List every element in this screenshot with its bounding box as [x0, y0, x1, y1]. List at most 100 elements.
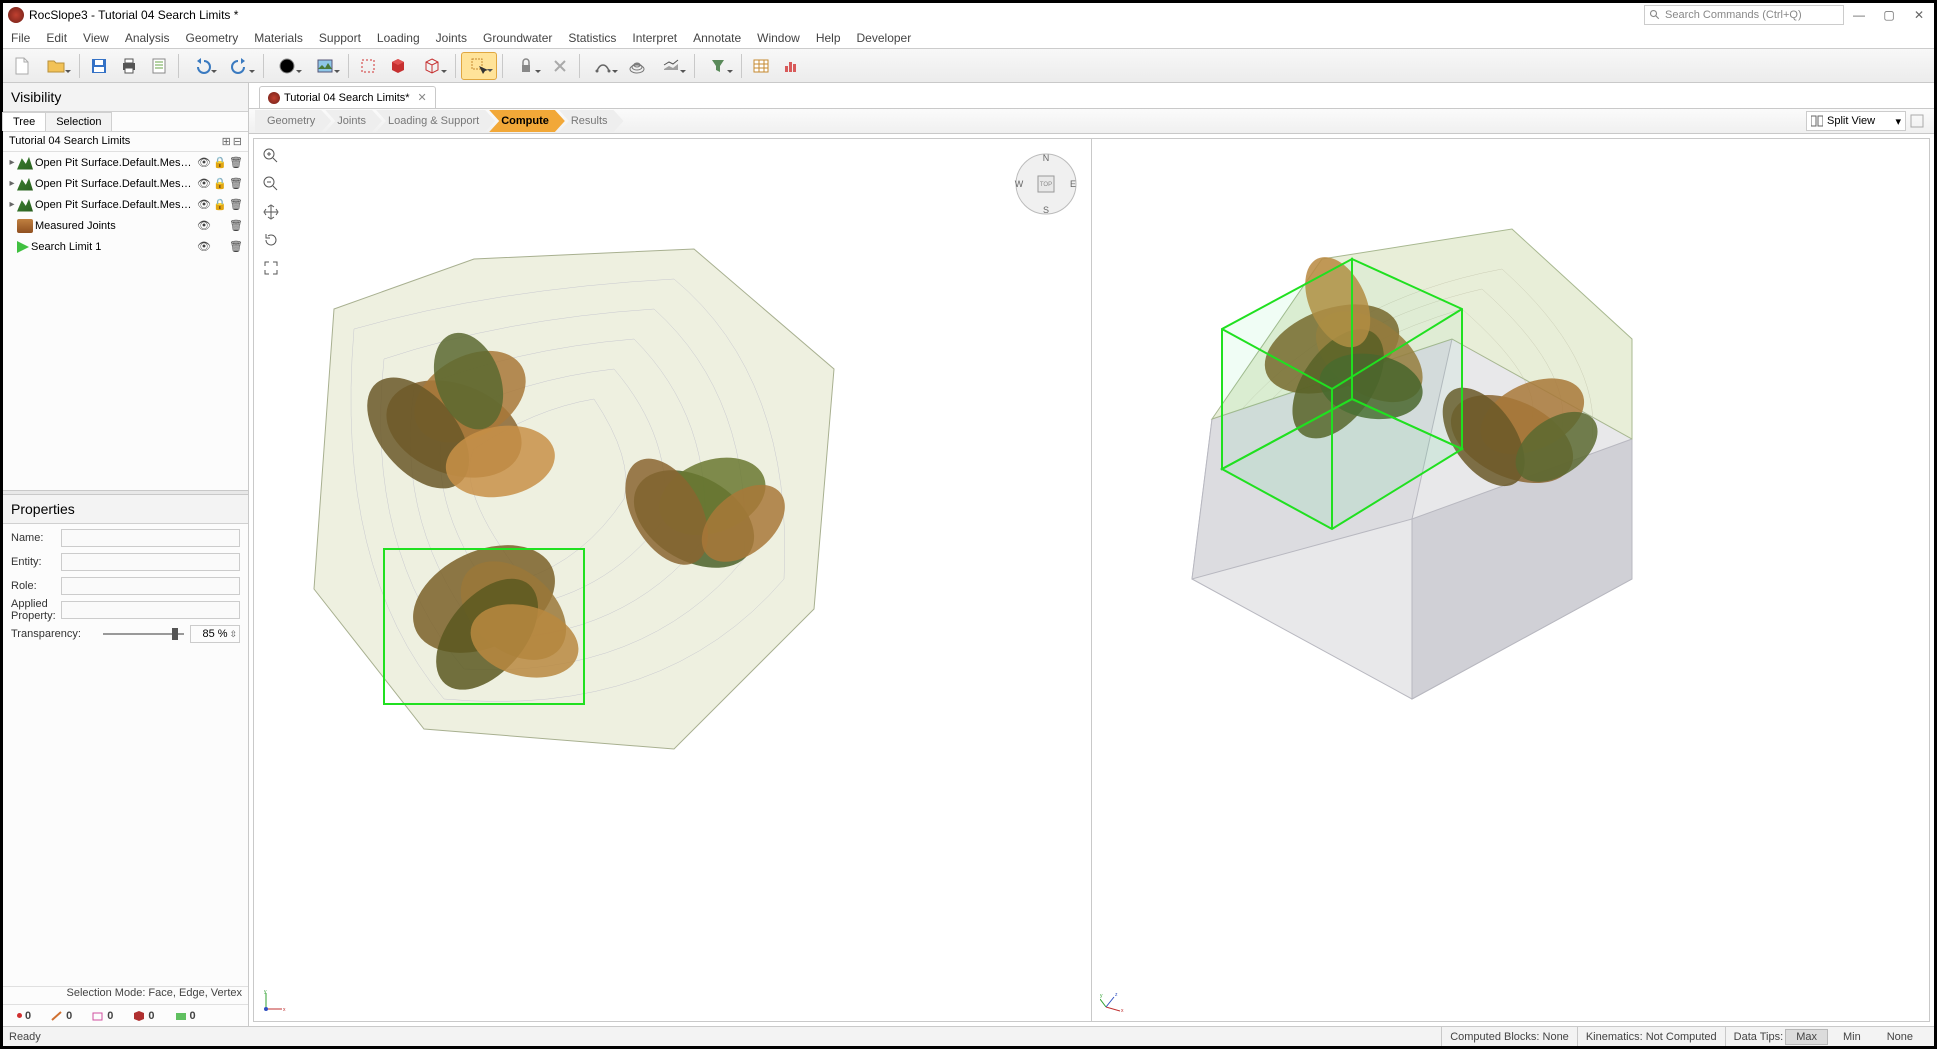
undo-button[interactable] — [184, 52, 220, 80]
selection-tool-button[interactable] — [461, 52, 497, 80]
maximize-button[interactable]: ▢ — [1874, 3, 1904, 27]
menu-window[interactable]: Window — [749, 27, 808, 49]
save-button[interactable] — [85, 52, 113, 80]
menu-materials[interactable]: Materials — [246, 27, 311, 49]
measure-button[interactable] — [585, 52, 621, 80]
svg-text:y: y — [1100, 993, 1103, 999]
menu-edit[interactable]: Edit — [38, 27, 75, 49]
rotate-icon[interactable] — [260, 229, 282, 251]
wf-joints[interactable]: Joints — [325, 110, 382, 132]
view-mode-selector[interactable]: Split View ▾ — [1806, 111, 1906, 131]
prop-name-input[interactable] — [61, 529, 240, 547]
app-icon — [8, 7, 24, 23]
redo-button[interactable] — [222, 52, 258, 80]
menu-help[interactable]: Help — [808, 27, 849, 49]
prop-role-input[interactable] — [61, 577, 240, 595]
pan-icon[interactable] — [260, 201, 282, 223]
transparency-value[interactable]: 85 % — [190, 625, 240, 643]
expand-all-icon[interactable]: ⊞ — [222, 136, 231, 148]
new-file-button[interactable] — [8, 52, 36, 80]
wf-loading-support[interactable]: Loading & Support — [376, 110, 495, 132]
status-kinematics: Kinematics: Not Computed — [1577, 1027, 1725, 1046]
tree-item[interactable]: ▸Open Pit Surface.Default.Mesh_ext…👁🔒🗑 — [3, 173, 248, 194]
color-wheel-button[interactable] — [269, 52, 305, 80]
wf-compute[interactable]: Compute — [489, 110, 565, 132]
cube-solid-button[interactable] — [384, 52, 412, 80]
lock-icon[interactable]: 🔒 — [212, 156, 228, 169]
wf-results[interactable]: Results — [559, 110, 624, 132]
viewport-perspective[interactable]: x z y — [1091, 139, 1929, 1021]
menu-joints[interactable]: Joints — [428, 27, 475, 49]
datatips-max-button[interactable]: Max — [1785, 1029, 1828, 1045]
main-toolbar — [3, 49, 1934, 83]
notes-button[interactable] — [145, 52, 173, 80]
menu-support[interactable]: Support — [311, 27, 369, 49]
menu-geometry[interactable]: Geometry — [178, 27, 247, 49]
visibility-toggle-icon[interactable]: 👁 — [196, 240, 212, 253]
expand-icon[interactable]: ▸ — [7, 199, 17, 210]
document-tab[interactable]: Tutorial 04 Search Limits* ✕ — [259, 86, 436, 108]
viewport-top[interactable]: TOP N S E W — [254, 139, 1091, 1021]
delete-icon[interactable]: 🗑 — [228, 198, 244, 211]
tree-item[interactable]: Search Limit 1👁🗑 — [3, 236, 248, 257]
surfaces-button[interactable] — [653, 52, 689, 80]
menu-groundwater[interactable]: Groundwater — [475, 27, 560, 49]
datatips-min-button[interactable]: Min — [1832, 1029, 1872, 1045]
menu-statistics[interactable]: Statistics — [560, 27, 624, 49]
prop-entity-input[interactable] — [61, 553, 240, 571]
collapse-all-icon[interactable]: ⊟ — [233, 136, 242, 148]
visibility-toggle-icon[interactable]: 👁 — [196, 219, 212, 232]
menu-file[interactable]: File — [3, 27, 38, 49]
print-button[interactable] — [115, 52, 143, 80]
delete-icon[interactable]: 🗑 — [228, 219, 244, 232]
tree-item[interactable]: ▸Open Pit Surface.Default.Mesh_ext…👁🔒🗑 — [3, 152, 248, 173]
visibility-toggle-icon[interactable]: 👁 — [196, 177, 212, 190]
lock-icon[interactable]: 🔒 — [212, 177, 228, 190]
menu-analysis[interactable]: Analysis — [117, 27, 178, 49]
wf-geometry[interactable]: Geometry — [255, 110, 331, 132]
svg-text:x: x — [283, 1007, 286, 1013]
tree-item-label: Measured Joints — [35, 220, 196, 232]
delete-button[interactable] — [546, 52, 574, 80]
image-button[interactable] — [307, 52, 343, 80]
menu-developer[interactable]: Developer — [849, 27, 920, 49]
lock-icon[interactable]: 🔒 — [212, 198, 228, 211]
select-button[interactable] — [354, 52, 382, 80]
view-settings-button[interactable] — [1907, 107, 1927, 135]
filter-button[interactable] — [700, 52, 736, 80]
zoom-out-icon[interactable] — [260, 173, 282, 195]
table-button[interactable] — [747, 52, 775, 80]
visibility-toggle-icon[interactable]: 👁 — [196, 156, 212, 169]
lock-button[interactable] — [508, 52, 544, 80]
close-tab-icon[interactable]: ✕ — [418, 91, 427, 104]
histogram-button[interactable] — [777, 52, 805, 80]
delete-icon[interactable]: 🗑 — [228, 177, 244, 190]
menu-view[interactable]: View — [75, 27, 117, 49]
close-button[interactable]: ✕ — [1904, 3, 1934, 27]
expand-icon[interactable]: ▸ — [7, 157, 17, 168]
selection-mode-label: Selection Mode: Face, Edge, Vertex — [3, 986, 248, 1004]
fullscreen-icon[interactable] — [260, 257, 282, 279]
tab-tree[interactable]: Tree — [2, 112, 46, 131]
delete-icon[interactable]: 🗑 — [228, 240, 244, 253]
open-file-button[interactable] — [38, 52, 74, 80]
tab-selection[interactable]: Selection — [45, 112, 112, 131]
transparency-slider[interactable] — [103, 633, 184, 635]
menu-interpret[interactable]: Interpret — [624, 27, 685, 49]
zoom-in-icon[interactable] — [260, 145, 282, 167]
tree-item[interactable]: ▸Open Pit Surface.Default.Mesh_ext…👁🔒🗑 — [3, 194, 248, 215]
tree-item[interactable]: Measured Joints👁 🗑 — [3, 215, 248, 236]
vertex-count: 0 — [25, 1010, 31, 1022]
contour-button[interactable] — [623, 52, 651, 80]
minimize-button[interactable]: — — [1844, 3, 1874, 27]
search-commands-input[interactable]: Search Commands (Ctrl+Q) — [1644, 5, 1844, 25]
prop-applied-input[interactable] — [61, 601, 240, 619]
visibility-toggle-icon[interactable]: 👁 — [196, 198, 212, 211]
datatips-none-button[interactable]: None — [1876, 1029, 1924, 1045]
menu-annotate[interactable]: Annotate — [685, 27, 749, 49]
menu-loading[interactable]: Loading — [369, 27, 428, 49]
compass-widget[interactable]: TOP N S E W — [1011, 149, 1081, 219]
expand-icon[interactable]: ▸ — [7, 178, 17, 189]
cube-wire-button[interactable] — [414, 52, 450, 80]
delete-icon[interactable]: 🗑 — [228, 156, 244, 169]
